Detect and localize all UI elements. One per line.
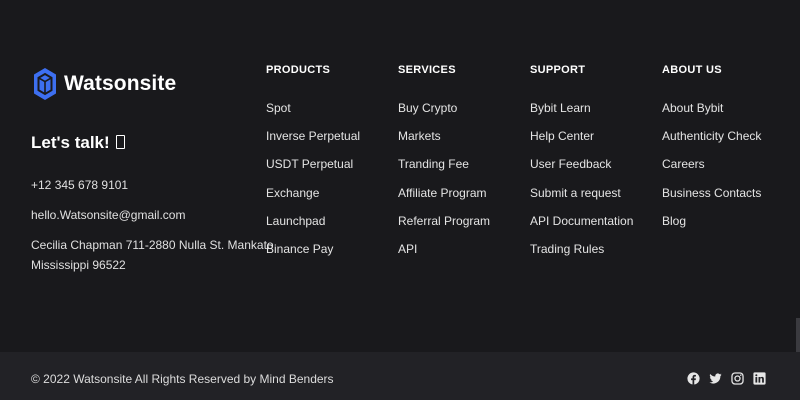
- contact-phone[interactable]: +12 345 678 9101: [31, 175, 128, 195]
- footer-link[interactable]: USDT Perpetual: [266, 156, 360, 184]
- footer-link[interactable]: User Feedback: [530, 156, 633, 184]
- footer-link[interactable]: Markets: [398, 128, 490, 156]
- brand: Watsonsite: [32, 66, 176, 102]
- footer-link[interactable]: Referral Program: [398, 213, 490, 241]
- column-title: ABOUT US: [662, 64, 722, 76]
- logo[interactable]: Watsonsite: [32, 66, 176, 102]
- footer-link[interactable]: Launchpad: [266, 213, 360, 241]
- footer-link[interactable]: Authenticity Check: [662, 128, 761, 156]
- footer-link[interactable]: Buy Crypto: [398, 100, 490, 128]
- footer-link[interactable]: Help Center: [530, 128, 633, 156]
- footer-column-services: SERVICES Buy Crypto Markets Tranding Fee…: [398, 64, 490, 269]
- footer-link[interactable]: Blog: [662, 213, 761, 241]
- footer-link[interactable]: Tranding Fee: [398, 156, 490, 184]
- instagram-icon[interactable]: [731, 372, 744, 385]
- column-title: PRODUCTS: [266, 64, 331, 76]
- lets-talk-text: Let's talk!: [31, 133, 110, 152]
- footer-link[interactable]: Trading Rules: [530, 241, 633, 269]
- footer-bottom-bar: © 2022 Watsonsite All Rights Reserved by…: [0, 352, 800, 400]
- chat-glyph-icon: [115, 135, 125, 149]
- footer-link[interactable]: API: [398, 241, 490, 269]
- footer-main: Watsonsite Let's talk! +12 345 678 9101 …: [0, 0, 800, 358]
- cube-logo-icon: [34, 68, 56, 100]
- address-line-1: Cecilia Chapman 711-2880 Nulla St. Manka…: [31, 238, 274, 252]
- footer-link[interactable]: Inverse Perpetual: [266, 128, 360, 156]
- footer-link[interactable]: Spot: [266, 100, 360, 128]
- footer-link[interactable]: Bybit Learn: [530, 100, 633, 128]
- footer-column-about-us: ABOUT US About Bybit Authenticity Check …: [662, 64, 761, 241]
- column-title: SERVICES: [398, 64, 456, 76]
- contact-email[interactable]: hello.Watsonsite@gmail.com: [31, 205, 185, 225]
- footer-link[interactable]: Exchange: [266, 185, 360, 213]
- social-links: [687, 372, 766, 385]
- brand-name: Watsonsite: [64, 72, 177, 95]
- footer-link[interactable]: API Documentation: [530, 213, 633, 241]
- column-title: SUPPORT: [530, 64, 586, 76]
- footer-link[interactable]: Business Contacts: [662, 185, 761, 213]
- linkedin-icon[interactable]: [753, 372, 766, 385]
- address-line-2: Mississippi 96522: [31, 258, 126, 272]
- facebook-icon[interactable]: [687, 372, 700, 385]
- footer-link[interactable]: Careers: [662, 156, 761, 184]
- footer-link[interactable]: Submit a request: [530, 185, 633, 213]
- footer-column-support: SUPPORT Bybit Learn Help Center User Fee…: [530, 64, 633, 269]
- footer-link[interactable]: Affiliate Program: [398, 185, 490, 213]
- footer-column-products: PRODUCTS Spot Inverse Perpetual USDT Per…: [266, 64, 360, 269]
- lets-talk-heading: Let's talk!: [31, 133, 125, 153]
- footer-link[interactable]: About Bybit: [662, 100, 761, 128]
- twitter-icon[interactable]: [709, 372, 722, 385]
- contact-address: Cecilia Chapman 711-2880 Nulla St. Manka…: [31, 235, 274, 275]
- footer-link[interactable]: Binance Pay: [266, 241, 360, 269]
- copyright-text: © 2022 Watsonsite All Rights Reserved by…: [31, 372, 334, 386]
